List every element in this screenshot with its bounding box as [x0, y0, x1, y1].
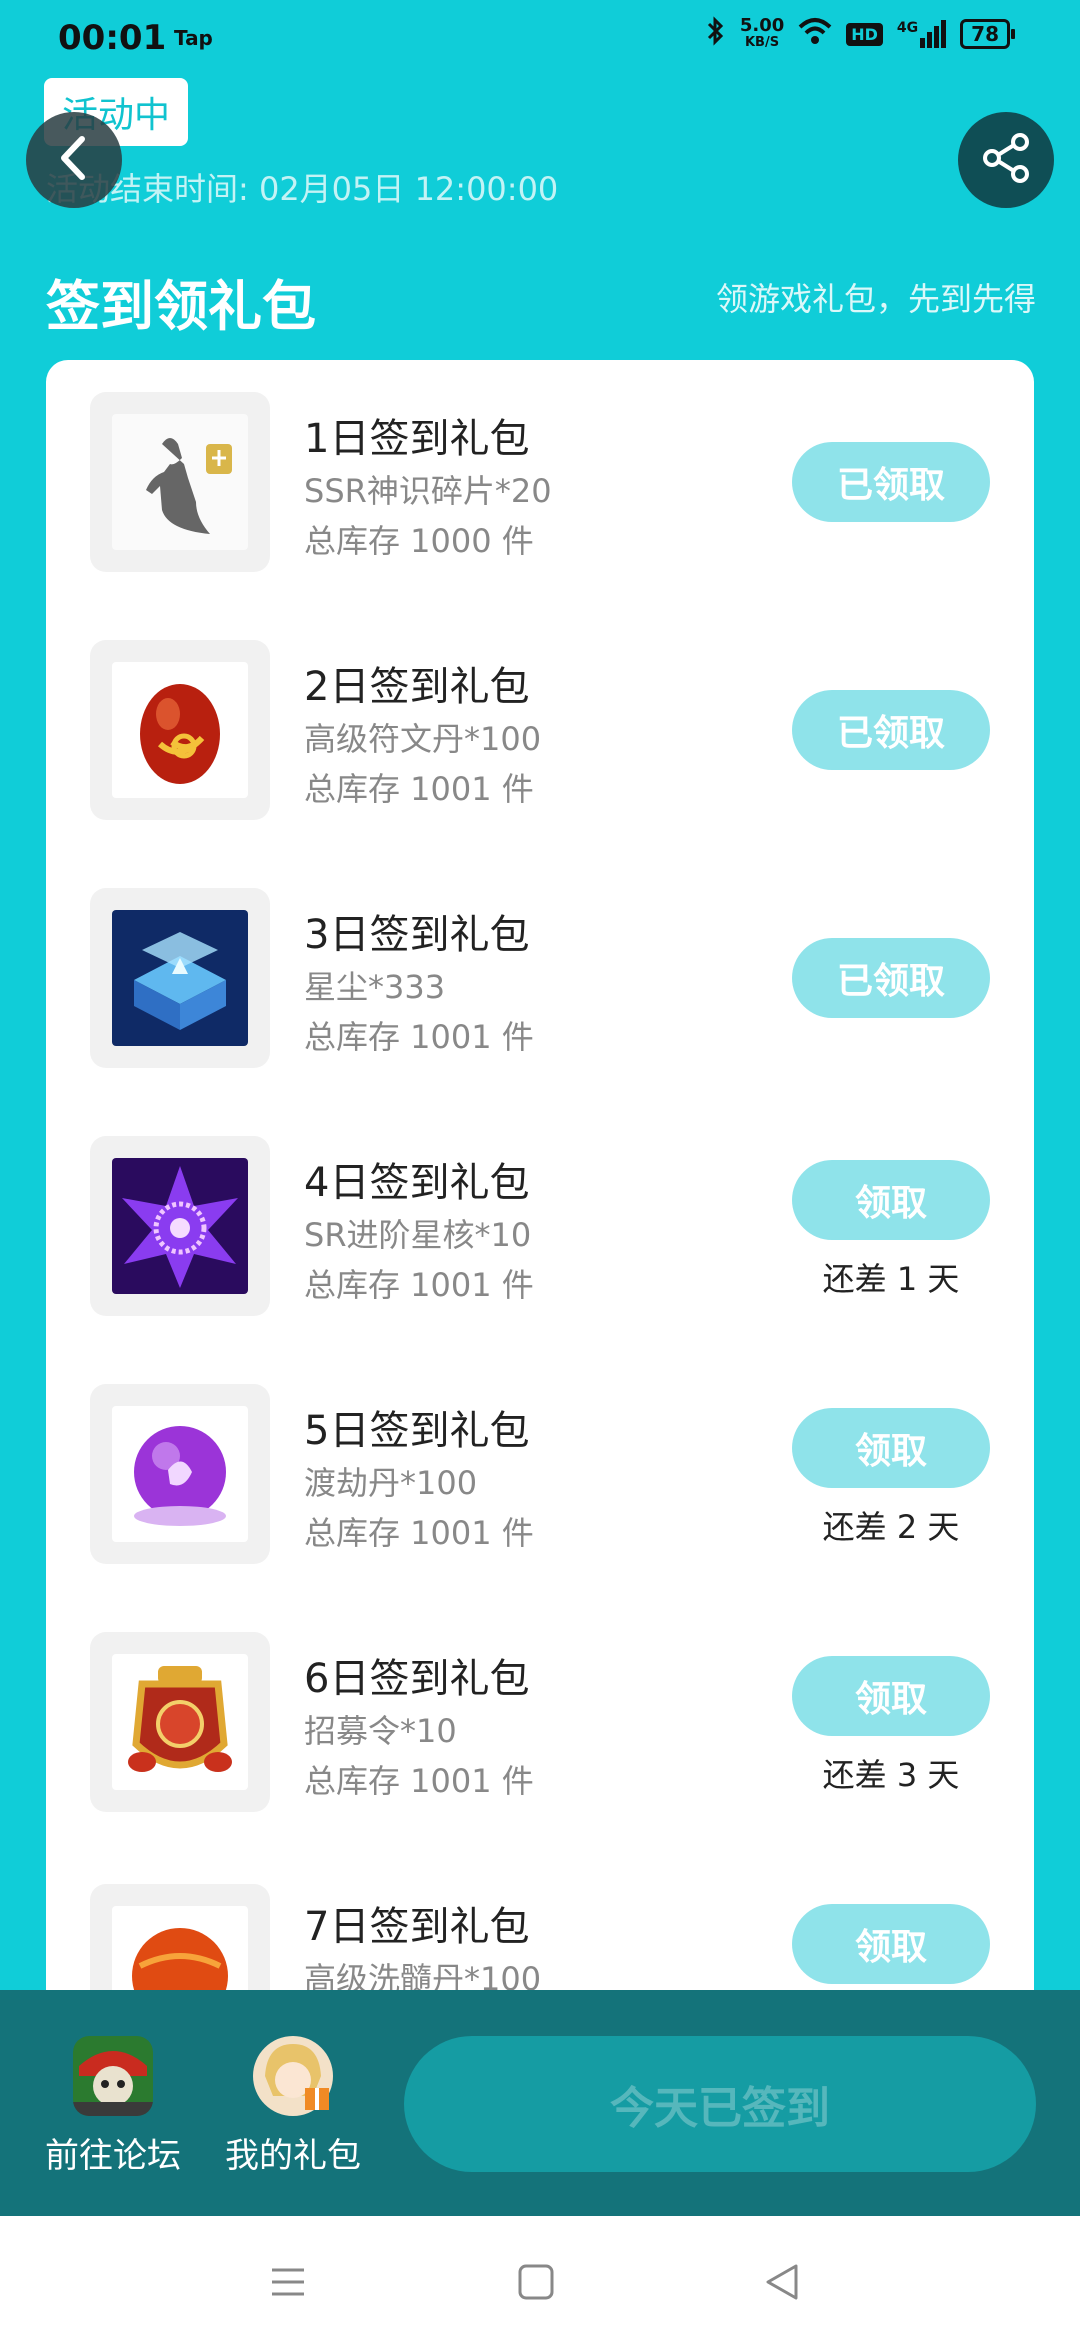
rune-egg-icon	[112, 662, 248, 798]
dujie-pill-icon	[112, 1406, 248, 1542]
gift-thumbnail	[90, 1632, 270, 1812]
back-nav-button[interactable]	[752, 2252, 812, 2312]
status-bar: 00:01 Tap 5.00 KB/S HD 4G 78	[0, 0, 1080, 70]
gift-item: SR进阶星核*10	[304, 1216, 532, 1254]
gift-stock: 总库存 1001 件	[304, 1266, 534, 1304]
days-remaining: 还差 1 天	[822, 1260, 960, 1298]
gift-item: 招募令*10	[304, 1712, 457, 1750]
gift-thumbnail	[90, 1384, 270, 1564]
back-triangle-icon	[766, 2264, 798, 2300]
status-icons: 5.00 KB/S HD 4G 78	[706, 16, 1015, 52]
recruit-token-icon	[112, 1654, 248, 1790]
gift-row-day-1: 1日签到礼包 SSR神识碎片*20 总库存 1000 件 已领取	[46, 360, 1034, 608]
gift-list: 1日签到礼包 SSR神识碎片*20 总库存 1000 件 已领取 2日签到礼包 …	[46, 360, 1034, 2040]
gift-row-day-2: 2日签到礼包 高级符文丹*100 总库存 1001 件 已领取	[46, 608, 1034, 856]
forum-label: 前往论坛	[45, 2136, 181, 2176]
forum-link[interactable]: 前往论坛	[38, 2036, 188, 2177]
signed-in-today-button[interactable]: 今天已签到	[404, 2036, 1036, 2172]
claimed-button[interactable]: 已领取	[792, 690, 990, 770]
my-gifts-link[interactable]: 我的礼包	[218, 2036, 368, 2177]
stardust-chest-icon	[112, 910, 248, 1046]
status-time: 00:01	[58, 18, 167, 58]
gift-item: 高级符文丹*100	[304, 720, 542, 758]
gift-stock: 总库存 1001 件	[304, 770, 534, 808]
menu-icon	[272, 2268, 304, 2296]
signal-icon: 4G	[896, 20, 947, 48]
claim-button[interactable]: 领取	[792, 1408, 990, 1488]
gift-thumbnail	[90, 392, 270, 572]
gift-thumbnail	[90, 1136, 270, 1316]
section-title: 签到领礼包	[46, 275, 316, 338]
system-navigation-bar	[0, 2216, 1080, 2340]
gift-title: 5日签到礼包	[304, 1408, 530, 1454]
gift-item: 渡劫丹*100	[304, 1464, 478, 1502]
gift-item: 星尘*333	[304, 968, 446, 1006]
gift-stock: 总库存 1001 件	[304, 1018, 534, 1056]
gift-title: 3日签到礼包	[304, 912, 530, 958]
net-speed-unit: KB/S	[744, 35, 780, 50]
wifi-icon	[798, 17, 832, 51]
days-remaining: 还差 3 天	[822, 1756, 960, 1794]
hd-badge: HD	[846, 22, 883, 46]
network-speed: 5.00 KB/S	[740, 17, 784, 51]
bluetooth-icon	[706, 16, 726, 52]
signal-label: 4G	[896, 20, 919, 36]
battery-indicator: 78	[960, 19, 1015, 49]
gift-item: SSR神识碎片*20	[304, 472, 552, 510]
claim-button[interactable]: 领取	[792, 1656, 990, 1736]
my-gifts-label: 我的礼包	[225, 2136, 361, 2176]
chevron-left-icon	[54, 133, 94, 187]
claimed-button[interactable]: 已领取	[792, 938, 990, 1018]
section-subtitle: 领游戏礼包，先到先得	[715, 280, 1036, 318]
menu-nav-button[interactable]	[258, 2252, 318, 2312]
gift-title: 2日签到礼包	[304, 664, 530, 710]
gift-row-day-5: 5日签到礼包 渡劫丹*100 总库存 1001 件 领取 还差 2 天	[46, 1352, 1034, 1600]
gift-thumbnail	[90, 640, 270, 820]
gift-stock: 总库存 1001 件	[304, 1762, 534, 1800]
activity-end-time: 活动结束时间: 02月05日 12:00:00	[46, 170, 559, 208]
character-silhouette-icon	[112, 414, 248, 550]
claim-button[interactable]: 领取	[792, 1160, 990, 1240]
gift-stock: 总库存 1000 件	[304, 522, 534, 560]
my-gifts-avatar-icon	[253, 2036, 333, 2116]
gift-stock: 总库存 1001 件	[304, 1514, 534, 1552]
status-app-indicator: Tap	[174, 26, 213, 50]
back-button[interactable]	[26, 112, 122, 208]
gift-title: 1日签到礼包	[304, 416, 530, 462]
share-icon	[978, 130, 1034, 190]
gift-row-day-4: 4日签到礼包 SR进阶星核*10 总库存 1001 件 领取 还差 1 天	[46, 1104, 1034, 1352]
bottom-action-bar: 前往论坛 我的礼包 今天已签到	[0, 1990, 1080, 2216]
forum-game-icon	[73, 2036, 153, 2116]
gift-row-day-3: 3日签到礼包 星尘*333 总库存 1001 件 已领取	[46, 856, 1034, 1104]
gift-row-day-6: 6日签到礼包 招募令*10 总库存 1001 件 领取 还差 3 天	[46, 1600, 1034, 1848]
home-nav-button[interactable]	[506, 2252, 566, 2312]
gift-title: 6日签到礼包	[304, 1656, 530, 1702]
star-core-icon	[112, 1158, 248, 1294]
gift-title: 7日签到礼包	[304, 1904, 530, 1950]
claimed-button[interactable]: 已领取	[792, 442, 990, 522]
share-button[interactable]	[958, 112, 1054, 208]
home-square-icon	[518, 2264, 554, 2300]
claim-button[interactable]: 领取	[792, 1904, 990, 1984]
days-remaining: 还差 2 天	[822, 1508, 960, 1546]
gift-thumbnail	[90, 888, 270, 1068]
net-speed-value: 5.00	[739, 15, 785, 36]
gift-title: 4日签到礼包	[304, 1160, 530, 1206]
